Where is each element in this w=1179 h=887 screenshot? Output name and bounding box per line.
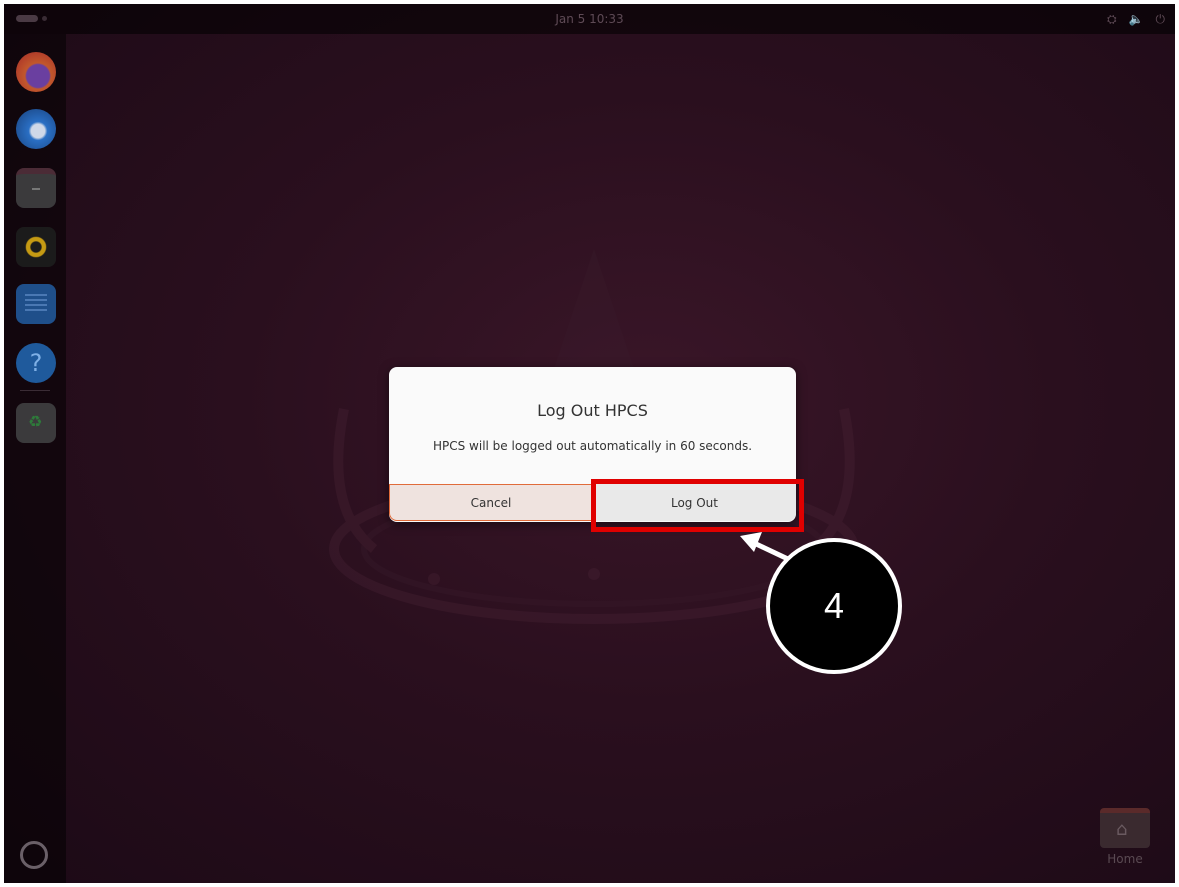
step-number-badge: 4 [766,538,902,674]
annotation-arrow [740,532,792,563]
